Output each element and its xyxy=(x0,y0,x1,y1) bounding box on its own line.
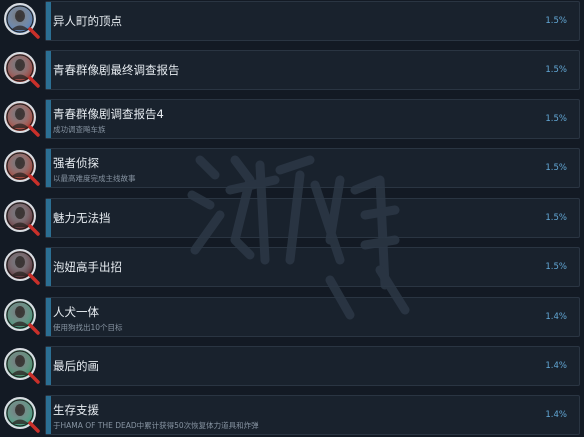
unlock-percentage: 1.5% xyxy=(545,65,567,75)
achievement-title: 强者侦探 xyxy=(53,156,99,170)
unlock-percentage: 1.4% xyxy=(545,361,567,371)
achievement-description: 以最高难度完成主线故事 xyxy=(53,174,136,183)
accent-bar xyxy=(46,298,51,336)
achievement-title: 生存支援 xyxy=(53,403,99,417)
achievement-row[interactable]: 泡妞高手出招 1.5% xyxy=(0,247,584,290)
accent-bar xyxy=(46,199,51,237)
achievement-panel: 青春群像剧最终调查报告 1.5% xyxy=(45,50,580,90)
portrait-woman-icon xyxy=(2,50,42,90)
unlock-percentage: 1.5% xyxy=(545,262,567,272)
achievement-panel: 异人町的顶点 1.5% xyxy=(45,1,580,41)
achievement-title: 青春群像剧调查报告4 xyxy=(53,107,164,121)
achievement-row[interactable]: 青春群像剧最终调查报告 1.5% xyxy=(0,50,584,93)
achievement-title: 人犬一体 xyxy=(53,305,99,319)
portrait-young-man-icon xyxy=(2,99,42,139)
achievement-row[interactable]: 青春群像剧调查报告4 成功调查飚车族 1.5% xyxy=(0,99,584,142)
achievement-title: 青春群像剧最终调查报告 xyxy=(53,63,180,77)
unlock-percentage: 1.5% xyxy=(545,16,567,26)
unlock-percentage: 1.5% xyxy=(545,114,567,124)
dog-icon xyxy=(2,297,42,337)
achievement-description: 于HAMA OF THE DEAD中累计获得50次恢复体力道具和炸弹 xyxy=(53,421,259,430)
achievement-title: 泡妞高手出招 xyxy=(53,260,122,274)
achievement-row[interactable]: 最后的画 1.4% xyxy=(0,346,584,389)
achievement-row[interactable]: 魅力无法挡 1.5% xyxy=(0,198,584,241)
dark-silhouette-icon xyxy=(2,198,42,238)
achievement-row[interactable]: 强者侦探以最高难度完成主线故事 1.5% xyxy=(0,148,584,191)
achievement-panel: 魅力无法挡 1.5% xyxy=(45,198,580,238)
achievement-panel: 泡妞高手出招 1.5% xyxy=(45,247,580,287)
achievement-row[interactable]: 生存支援于HAMA OF THE DEAD中累计获得50次恢复体力道具和炸弹 1.… xyxy=(0,395,584,437)
achievement-row[interactable]: 异人町的顶点 1.5% xyxy=(0,1,584,44)
achievement-row[interactable]: 人犬一体使用狗找出10个目标 1.4% xyxy=(0,297,584,340)
unlock-percentage: 1.4% xyxy=(545,410,567,420)
unlock-percentage: 1.4% xyxy=(545,312,567,322)
achievement-title: 异人町的顶点 xyxy=(53,14,122,28)
achievement-panel: 强者侦探以最高难度完成主线故事 1.5% xyxy=(45,148,580,188)
accent-bar xyxy=(46,51,51,89)
achievement-title: 最后的画 xyxy=(53,359,99,373)
scales-of-justice-icon xyxy=(2,148,42,188)
achievement-title: 魅力无法挡 xyxy=(53,211,111,225)
accent-bar xyxy=(46,248,51,286)
accent-bar xyxy=(46,347,51,385)
achievement-list: 异人町的顶点 1.5% 青春群像剧最终调查报告 1.5% 青春群像剧调查报告4 成功调查飚… xyxy=(0,0,584,437)
accent-bar xyxy=(46,149,51,187)
achievement-description: 成功调查飚车族 xyxy=(53,125,106,134)
unlock-percentage: 1.5% xyxy=(545,163,567,173)
accent-bar xyxy=(46,2,51,40)
portrait-sunglasses-man-icon xyxy=(2,1,42,41)
achievement-description: 使用狗找出10个目标 xyxy=(53,323,123,332)
accent-bar xyxy=(46,100,51,138)
achievement-panel: 最后的画 1.4% xyxy=(45,346,580,386)
dark-silhouette-icon xyxy=(2,247,42,287)
zombie-hand-icon xyxy=(2,395,42,435)
unlock-percentage: 1.5% xyxy=(545,213,567,223)
accent-bar xyxy=(46,396,51,434)
achievement-panel: 生存支援于HAMA OF THE DEAD中累计获得50次恢复体力道具和炸弹 1.… xyxy=(45,395,580,435)
achievement-panel: 人犬一体使用狗找出10个目标 1.4% xyxy=(45,297,580,337)
painting-figure-icon xyxy=(2,346,42,386)
achievement-panel: 青春群像剧调查报告4 成功调查飚车族 1.5% xyxy=(45,99,580,139)
